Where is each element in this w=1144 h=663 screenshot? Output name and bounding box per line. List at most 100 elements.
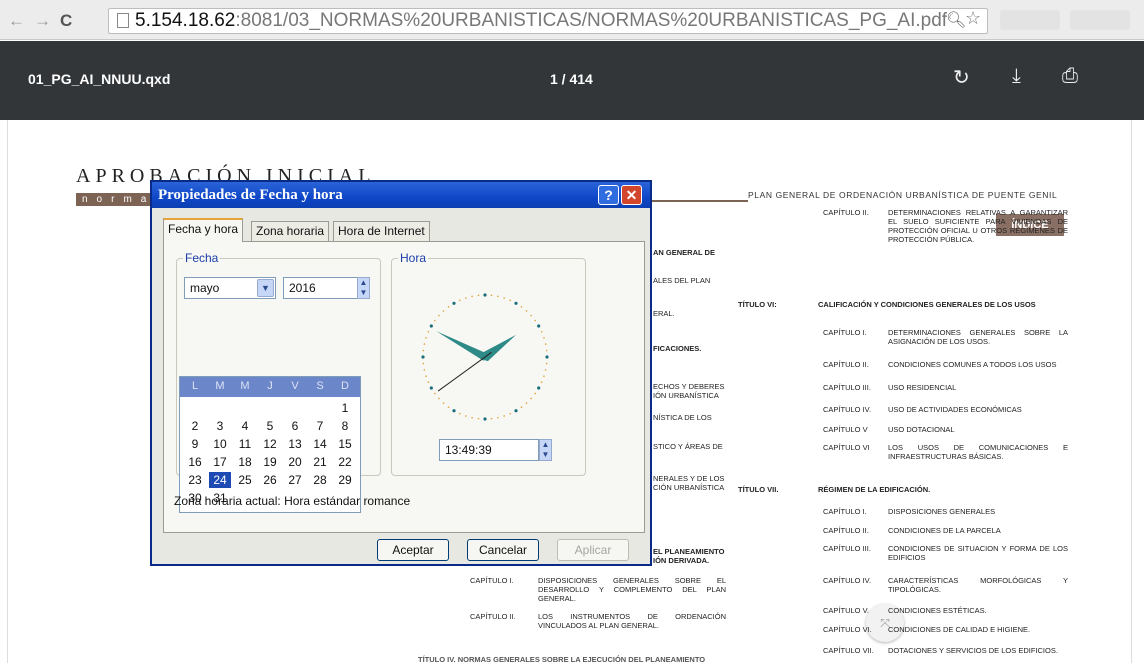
toc-fragment: FICACIONES. bbox=[653, 344, 702, 353]
download-icon[interactable]: ⤓ bbox=[1012, 65, 1021, 88]
toc-label: CAPÍTULO I. bbox=[823, 328, 867, 337]
tab-hora-de-internet[interactable]: Hora de Internet bbox=[333, 221, 430, 241]
tab-zona-horaria[interactable]: Zona horaria bbox=[251, 221, 330, 241]
clock-tick bbox=[429, 324, 433, 328]
calendar-day[interactable]: 19 bbox=[259, 454, 281, 470]
calendar-day[interactable]: 4 bbox=[234, 418, 256, 434]
apply-button[interactable]: Aplicar bbox=[557, 539, 629, 561]
forward-arrow-icon[interactable]: → bbox=[34, 11, 51, 31]
time-field[interactable]: 13:49:39 bbox=[439, 439, 539, 461]
month-value: mayo bbox=[190, 281, 220, 295]
calendar-day[interactable]: 25 bbox=[234, 472, 256, 488]
toc-text[interactable]: DISPOSICIONES GENERALES bbox=[888, 507, 1068, 516]
clock-tick bbox=[477, 417, 480, 420]
clock-tick bbox=[530, 314, 532, 317]
date-time-dialog: Propiedades de Fecha y hora ? ✕ Fecha ma… bbox=[150, 180, 652, 566]
toc-text[interactable]: DETERMINACIONES RELATIVAS A GARANTIZAR E… bbox=[888, 208, 1068, 244]
toc-text[interactable]: CONDICIONES DE LA PARCELA bbox=[888, 526, 1068, 535]
calendar-day[interactable]: 14 bbox=[309, 436, 331, 452]
dialog-title-bar[interactable]: Propiedades de Fecha y hora bbox=[152, 182, 650, 208]
toc-text[interactable]: CALIFICACIÓN Y CONDICIONES GENERALES DE … bbox=[818, 300, 1068, 309]
calendar-day[interactable]: 20 bbox=[284, 454, 306, 470]
toc-label: CAPÍTULO VI. bbox=[823, 625, 872, 634]
calendar-day[interactable]: 13 bbox=[284, 436, 306, 452]
clock-tick bbox=[447, 406, 450, 408]
clock-tick bbox=[514, 301, 518, 305]
calendar-day[interactable]: 22 bbox=[334, 454, 356, 470]
calendar-day[interactable]: 10 bbox=[209, 436, 231, 452]
calendar-day[interactable]: 24 bbox=[209, 472, 231, 488]
clock-tick bbox=[545, 355, 549, 359]
calendar-day[interactable]: 21 bbox=[309, 454, 331, 470]
calendar-day[interactable]: 17 bbox=[209, 454, 231, 470]
toc-text[interactable]: USO DE ACTIVIDADES ECONÓMICAS bbox=[888, 405, 1068, 414]
zoom-icon[interactable]: 🔍︎ bbox=[946, 10, 966, 30]
toc-text[interactable]: CONDICIONES ESTÉTICAS. bbox=[888, 606, 1068, 615]
extension-button[interactable] bbox=[1000, 10, 1060, 30]
chevron-down-icon[interactable]: ▼ bbox=[257, 279, 274, 297]
toc-label: CAPÍTULO III. bbox=[823, 383, 871, 392]
back-arrow-icon[interactable]: ← bbox=[8, 11, 25, 31]
year-field[interactable]: 2016 bbox=[283, 277, 359, 299]
reload-icon[interactable]: C bbox=[60, 11, 72, 31]
calendar-day[interactable]: 16 bbox=[184, 454, 206, 470]
toc-label: CAPÍTULO IV. bbox=[823, 405, 872, 414]
year-spinner[interactable]: ▲ ▼ bbox=[357, 277, 370, 299]
calendar-day[interactable]: 1 bbox=[334, 400, 356, 416]
calendar-day[interactable]: 28 bbox=[309, 472, 331, 488]
rotate-icon[interactable]: ↻ bbox=[953, 65, 970, 90]
toc-fragment: ECHOS Y DEBERES bbox=[653, 382, 725, 391]
toc-text[interactable]: DETERMINACIONES GENERALES SOBRE LA ASIGN… bbox=[888, 328, 1068, 346]
clock-tick bbox=[540, 330, 543, 333]
clock-tick bbox=[503, 297, 505, 299]
toc-text[interactable]: CARACTERÍSTICAS MORFOLÓGICAS Y TIPOLÓGIC… bbox=[888, 576, 1068, 594]
weekday-header: S bbox=[316, 380, 324, 392]
calendar-day[interactable]: 12 bbox=[259, 436, 281, 452]
document-icon bbox=[117, 13, 129, 28]
clock-tick bbox=[537, 386, 541, 390]
toc-label: CAPÍTULO II. bbox=[823, 208, 869, 217]
calendar-day[interactable]: 23 bbox=[184, 472, 206, 488]
print-icon[interactable]: ⎙ bbox=[1062, 65, 1078, 88]
cancel-button[interactable]: Cancelar bbox=[467, 539, 539, 561]
address-bar-row: ← → C 5.154.18.62:8081/03_NORMAS%20URBAN… bbox=[0, 0, 1144, 40]
calendar-day[interactable]: 2 bbox=[184, 418, 206, 434]
calendar-day[interactable]: 6 bbox=[284, 418, 306, 434]
url-field[interactable]: 5.154.18.62:8081/03_NORMAS%20URBANISTICA… bbox=[108, 8, 988, 34]
extension-button[interactable] bbox=[1070, 10, 1130, 30]
toc-text[interactable]: RÉGIMEN DE LA EDIFICACIÓN. bbox=[818, 485, 1068, 494]
calendar-day[interactable]: 7 bbox=[309, 418, 331, 434]
toc-text[interactable]: USO DOTACIONAL bbox=[888, 425, 1068, 434]
calendar-day[interactable]: 5 bbox=[259, 418, 281, 434]
calendar-day[interactable]: 26 bbox=[259, 472, 281, 488]
calendar-day[interactable]: 18 bbox=[234, 454, 256, 470]
tab-fecha-y-hora[interactable]: Fecha y hora bbox=[163, 218, 244, 242]
star-icon[interactable]: ☆ bbox=[965, 8, 981, 29]
toc-label: CAPÍTULO V. bbox=[823, 606, 869, 615]
clock-tick bbox=[534, 319, 536, 322]
clock-tick bbox=[452, 301, 456, 305]
plan-header: PLAN GENERAL DE ORDENACIÓN URBANÍSTICA D… bbox=[748, 190, 1058, 200]
time-spinner[interactable]: ▲ ▼ bbox=[539, 439, 552, 461]
toc-text[interactable]: CONDICIONES COMUNES A TODOS LOS USOS bbox=[888, 360, 1068, 369]
calendar-day[interactable]: 9 bbox=[184, 436, 206, 452]
toc-text[interactable]: CONDICIONES DE CALIDAD E HIGIENE. bbox=[888, 625, 1068, 634]
calendar-day[interactable]: 11 bbox=[234, 436, 256, 452]
calendar-day[interactable]: 8 bbox=[334, 418, 356, 434]
toc-text[interactable]: DOTACIONES Y SERVICIOS DE LOS EDIFICIOS. bbox=[888, 646, 1068, 655]
ok-button[interactable]: Aceptar bbox=[377, 539, 449, 561]
calendar-day[interactable]: 3 bbox=[209, 418, 231, 434]
help-button[interactable]: ? bbox=[598, 185, 619, 205]
page-indicator[interactable]: 1 / 414 bbox=[550, 71, 593, 87]
calendar-day[interactable]: 27 bbox=[284, 472, 306, 488]
toc-label: CAPÍTULO V bbox=[823, 425, 868, 434]
toc-text[interactable]: LOS USOS DE COMUNICACIONES E INFRAESTRUC… bbox=[888, 443, 1068, 461]
toc-text[interactable]: USO RESIDENCIAL bbox=[888, 383, 1068, 392]
calendar-day[interactable]: 29 bbox=[334, 472, 356, 488]
toc-fragment: CIÓN URBANÍSTICA bbox=[653, 483, 725, 492]
calendar-day[interactable]: 15 bbox=[334, 436, 356, 452]
pdf-toolbar: 01_PG_AI_NNUU.qxd 1 / 414 ↻ ⤓ ⎙ bbox=[0, 41, 1144, 120]
weekday-header: M bbox=[240, 380, 250, 392]
toc-text[interactable]: CONDICIONES DE SITUACION Y FORMA DE LOS … bbox=[888, 544, 1068, 562]
close-button[interactable]: ✕ bbox=[621, 185, 642, 205]
